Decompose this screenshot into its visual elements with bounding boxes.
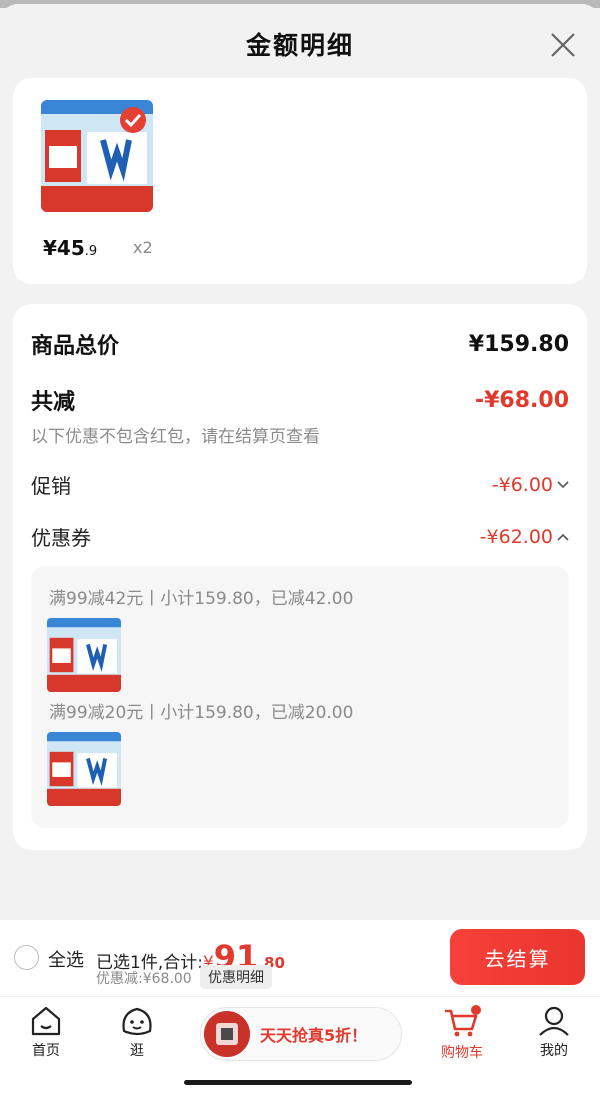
tab-cart[interactable]: 购物车 <box>422 1005 502 1062</box>
promo-label: 促销 <box>31 474 71 498</box>
select-all-radio[interactable] <box>14 945 39 970</box>
discount-amount: 优惠减:¥68.00 <box>96 971 192 987</box>
chevron-up-icon <box>557 533 569 541</box>
coupon-product-thumbnail[interactable] <box>47 732 121 806</box>
coupon-label: 优惠券 <box>31 526 91 550</box>
coupon-detail-box: 满99减42元丨小计159.80，已减42.00 满99减20元丨小计159.8… <box>31 566 569 828</box>
reduce-row: 共减 -¥68.00 <box>31 384 569 416</box>
coupon-value-group: -¥62.00 <box>480 526 569 548</box>
promo-product-icon <box>204 1011 250 1057</box>
tab-me-label: 我的 <box>540 1043 568 1059</box>
promo-value: -¥6.00 <box>491 473 553 496</box>
promo-value-group: -¥6.00 <box>492 474 569 496</box>
coupon-rule-2: 满99减20元丨小计159.80，已减20.00 <box>49 703 354 723</box>
tab-cart-label: 购物车 <box>441 1045 483 1061</box>
page-title: 金额明细 <box>245 31 354 60</box>
tab-browse-label: 逛 <box>130 1043 144 1059</box>
milk-product-thumbnail-small <box>47 732 121 806</box>
discount-detail-chip[interactable]: 优惠明细 <box>200 965 272 989</box>
product-price: ¥45.9 <box>43 236 97 260</box>
face-icon <box>122 1007 152 1036</box>
milk-product-thumbnail-small <box>47 618 121 692</box>
tab-home[interactable]: 首页 <box>6 1005 86 1060</box>
select-all-label[interactable]: 全选 <box>48 946 84 972</box>
total-value: ¥159.80 <box>468 331 569 357</box>
discount-hint: 以下优惠不包含红包，请在结算页查看 <box>31 427 320 447</box>
product-quantity: x2 <box>133 238 153 257</box>
total-label: 商品总价 <box>31 334 120 359</box>
price-summary-card: 商品总价 ¥159.80 共减 -¥68.00 以下优惠不包含红包，请在结算页查… <box>13 304 587 850</box>
promo-row[interactable]: 促销 -¥6.00 <box>31 470 569 499</box>
coupon-value: -¥62.00 <box>479 525 553 548</box>
tab-me[interactable]: 我的 <box>514 1005 594 1060</box>
home-indicator <box>184 1080 412 1085</box>
user-icon <box>539 1006 569 1036</box>
total-row: 商品总价 ¥159.80 <box>31 328 569 360</box>
close-button[interactable] <box>546 28 580 62</box>
milk-product-thumbnail <box>41 100 153 212</box>
reduce-value: -¥68.00 <box>474 387 569 413</box>
tab-browse[interactable]: 逛 <box>97 1005 177 1060</box>
cart-icon <box>445 1005 481 1037</box>
coupon-row[interactable]: 优惠券 -¥62.00 <box>31 522 569 551</box>
checkout-bar: 全选 已选1件,合计:¥91.80 优惠减:¥68.00 优惠明细 去结算 <box>0 920 600 996</box>
reduce-label: 共减 <box>31 390 76 415</box>
coupon-rule-1: 满99减42元丨小计159.80，已减42.00 <box>49 589 354 609</box>
home-icon <box>31 1006 61 1036</box>
promo-thumbnail <box>204 1011 250 1057</box>
promo-banner[interactable]: 天天抢真5折！ <box>200 1007 402 1061</box>
product-thumbnail[interactable] <box>41 100 153 212</box>
chevron-down-icon <box>557 480 569 488</box>
coupon-product-thumbnail[interactable] <box>47 618 121 692</box>
promo-text: 天天抢真5折！ <box>260 1026 368 1045</box>
product-card: ¥45.9 x2 <box>13 78 587 284</box>
tab-home-label: 首页 <box>32 1043 60 1059</box>
price-integer: ¥45 <box>43 236 85 260</box>
price-decimal: .9 <box>84 244 98 259</box>
checkout-button[interactable]: 去结算 <box>450 929 585 985</box>
close-icon <box>551 33 575 57</box>
